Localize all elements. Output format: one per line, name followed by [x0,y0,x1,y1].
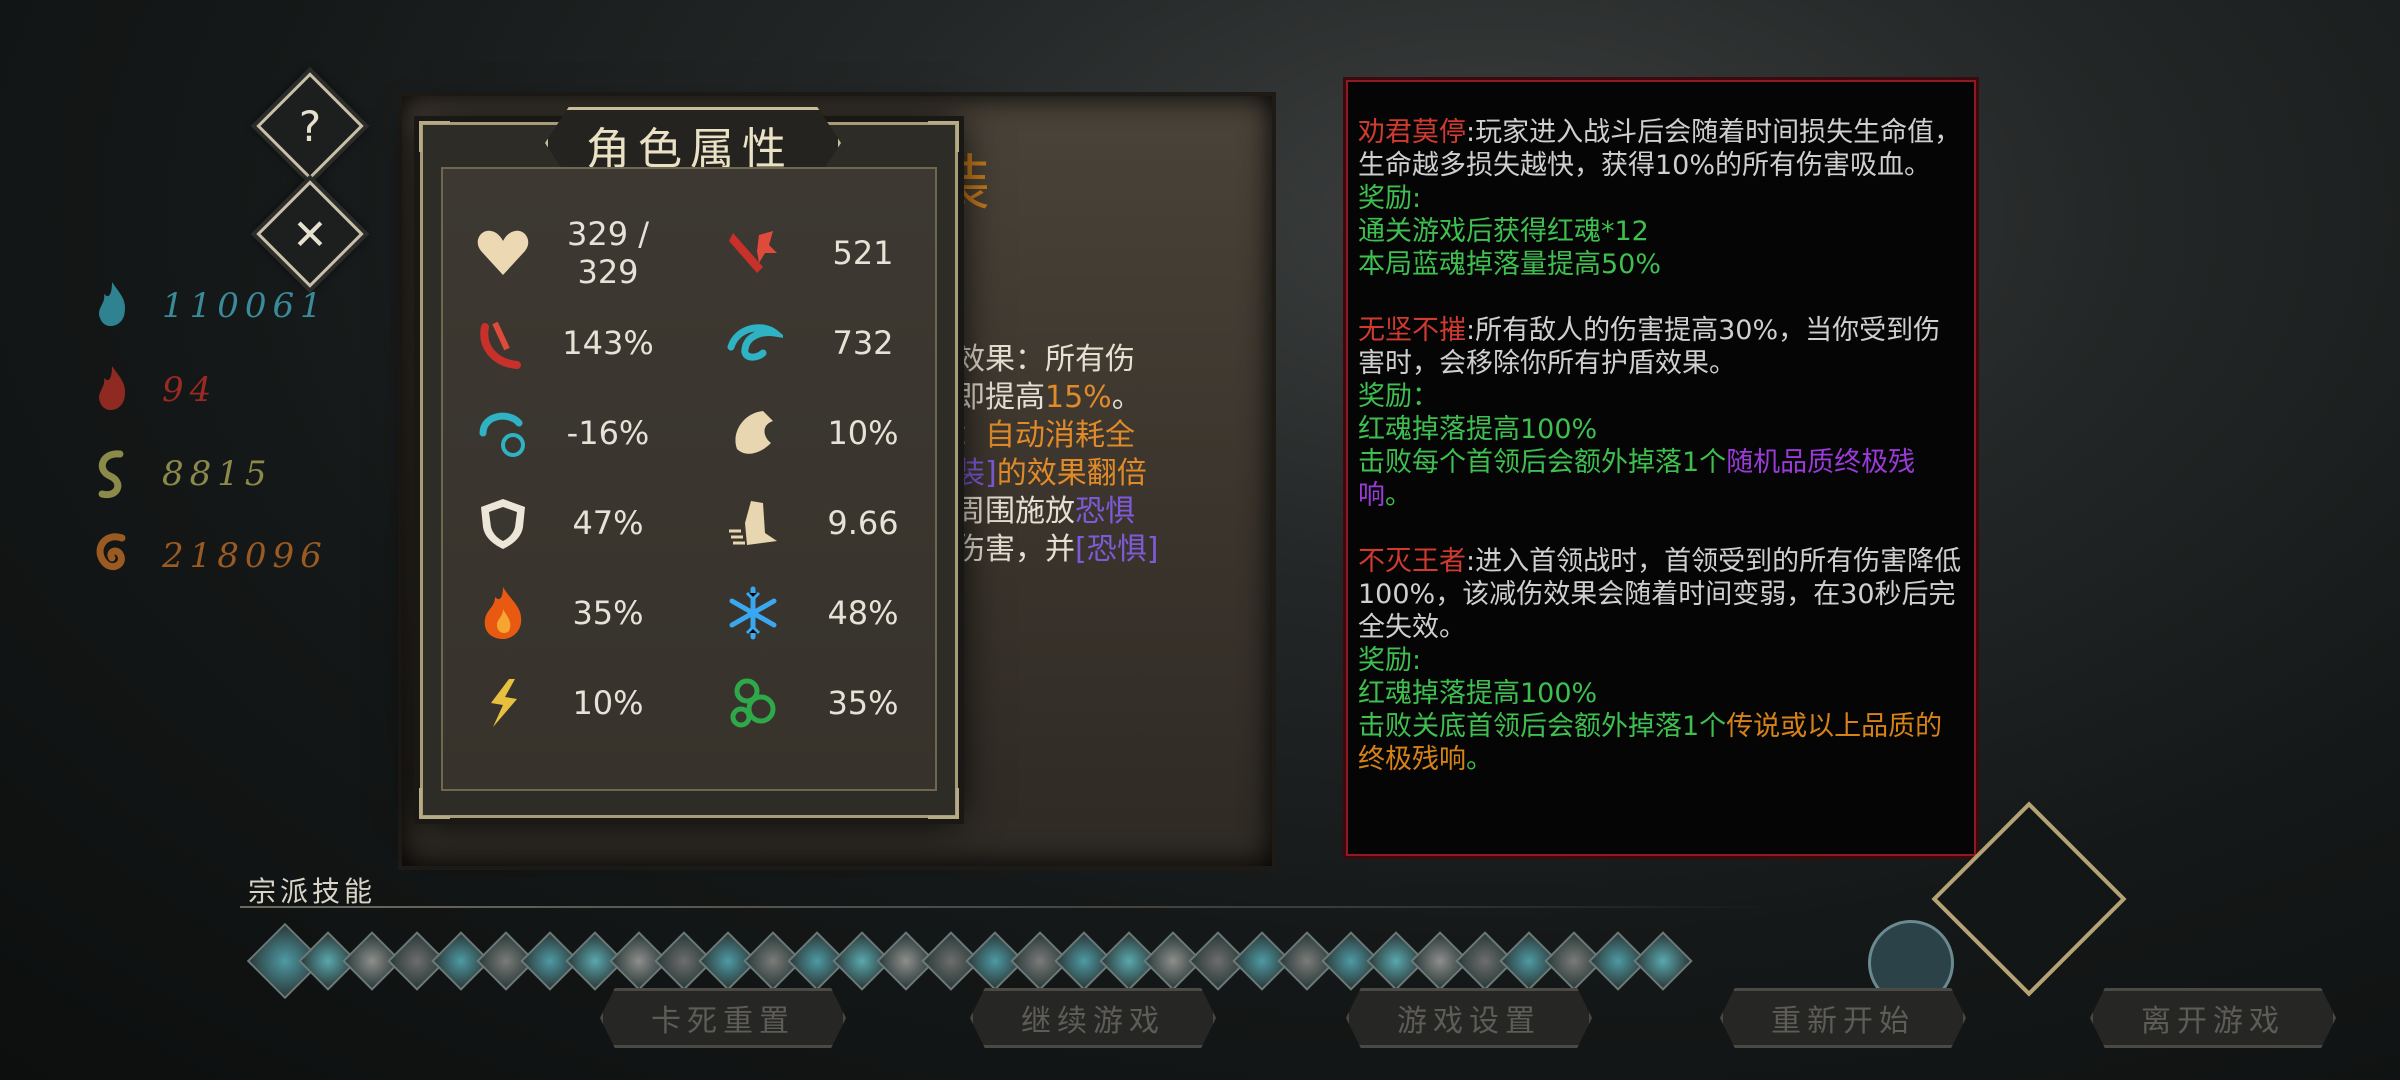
challenge-entry: 无坚不摧:所有敌人的伤害提高30%，当你受到伤害时，会移除你所有护盾效果。 奖励… [1358,315,1941,511]
resource-value: 110061 [162,286,328,326]
stat-row: 47% 9.66 [473,483,943,563]
stat-move-speed: 9.66 [723,483,943,563]
orange-soul-icon [96,533,126,570]
stat-cooldown: -16% [473,393,683,473]
poison-icon [730,678,776,728]
stat-attack: 521 [723,213,943,293]
stat-frost: 48% [723,573,943,653]
frame-corner [928,788,959,819]
frame-corner [419,121,450,152]
frame-corner [928,121,959,152]
stat-crit-damage: 732 [723,303,943,383]
crit-rate-icon [480,321,521,369]
lightning-icon [491,679,517,727]
stat-dodge: 10% [723,393,943,473]
close-icon: ✕ [292,209,328,259]
frame-corner [419,788,450,819]
attack-icon [729,231,777,273]
stat-poison: 35% [723,663,943,743]
stat-row: -16% 10% [473,393,943,473]
stat-row: 35% 48% [473,573,943,653]
question-icon: ? [298,101,322,151]
dodge-icon [735,411,773,454]
resource-red: 94 [90,362,217,418]
stat-row: 143% 732 [473,303,943,383]
cooldown-icon [479,412,525,457]
resource-blue: 110061 [90,278,328,334]
stat-health: 329 / 329 [473,213,683,293]
resource-orange: 218096 [90,528,328,584]
blue-soul-icon [99,282,126,327]
character-attributes-panel: 角色属性 329 / 329 521 143% 732 -16% 10% 47%… [419,107,959,819]
challenge-info-panel[interactable]: 劝君莫停:玩家进入战斗后会随着时间损失生命值，生命越多损失越快，获得10%的所有… [1346,80,1976,856]
close-button[interactable]: ✕ [256,180,364,288]
stat-shield: 47% [473,483,683,563]
sect-skill-icon[interactable] [1632,931,1693,991]
item-line: 伤害，并[恐惧] [955,532,1159,567]
challenge-entry: 不灭王者:进入首领战时，首领受到的所有伤害降低100%，该减伤效果会随着时间变弱… [1358,546,1962,775]
unstuck-reset-button[interactable]: 卡死重置 [600,988,846,1048]
resource-green: 8815 [90,446,273,502]
heart-icon [477,230,529,275]
fire-icon [484,587,522,639]
restart-button[interactable]: 重新开始 [1720,988,1966,1048]
shield-icon [481,499,525,549]
stat-fire: 35% [473,573,683,653]
sect-skills-label: 宗派技能 [248,875,377,908]
challenge-entry: 劝君莫停:玩家进入战斗后会随着时间损失生命值，生命越多损失越快，获得10%的所有… [1358,117,1962,280]
stats-area: 329 / 329 521 143% 732 -16% 10% 47% 9.66… [441,167,937,791]
frost-icon [729,586,777,640]
game-settings-button[interactable]: 游戏设置 [1346,988,1592,1048]
help-button[interactable]: ? [256,72,364,180]
divider [240,906,1780,908]
stat-crit-rate: 143% [473,303,683,383]
challenge-list: 劝君莫停:玩家进入战斗后会随着时间损失生命值，生命越多损失越快，获得10%的所有… [1348,82,1974,776]
resource-value: 8815 [162,454,273,494]
stat-row: 10% 35% [473,663,943,743]
resource-value: 218096 [162,536,328,576]
red-soul-icon [99,366,126,411]
leave-game-button[interactable]: 离开游戏 [2090,988,2336,1048]
green-soul-icon [98,450,124,499]
crit-damage-icon [727,324,783,361]
speed-icon [729,501,777,545]
stat-lightning: 10% [473,663,683,743]
resource-value: 94 [162,370,218,410]
continue-game-button[interactable]: 继续游戏 [970,988,1216,1048]
stat-row: 329 / 329 521 [473,213,943,293]
